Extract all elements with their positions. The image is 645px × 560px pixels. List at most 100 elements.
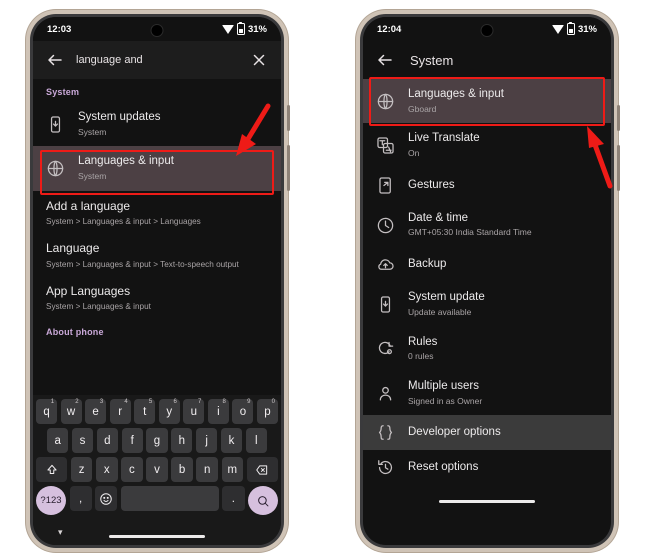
key-number-hint: 4 bbox=[124, 399, 128, 405]
key-g[interactable]: g bbox=[146, 428, 168, 453]
settings-row-backup[interactable]: Backup bbox=[363, 247, 611, 282]
key-a[interactable]: a bbox=[47, 428, 69, 453]
space-key[interactable] bbox=[120, 486, 219, 511]
emoji-icon[interactable] bbox=[95, 486, 118, 511]
backspace-icon[interactable] bbox=[246, 457, 278, 482]
settings-title: Developer options bbox=[408, 426, 501, 439]
settings-title: Languages & input bbox=[408, 88, 504, 100]
key-x[interactable]: x bbox=[95, 457, 118, 482]
key-number-hint: 3 bbox=[99, 399, 104, 405]
keyboard-row-1: 1q 2w 3e 4r 5t 6y 7u 8i 9o 0p bbox=[36, 399, 278, 424]
globe-icon bbox=[46, 159, 65, 178]
right-phone-bezel: 12:04 31% System Languages & input Gboar… bbox=[360, 14, 614, 548]
key-r[interactable]: 4r bbox=[109, 399, 131, 424]
symbols-key[interactable]: ?123 bbox=[36, 486, 66, 515]
search-input[interactable]: language and bbox=[76, 54, 238, 66]
settings-row-reset-options[interactable]: Reset options bbox=[363, 450, 611, 485]
key-e[interactable]: 3e bbox=[85, 399, 107, 424]
key-label: w bbox=[66, 405, 76, 418]
settings-row-date-time[interactable]: Date & time GMT+05:30 India Standard Tim… bbox=[363, 203, 611, 247]
status-time: 12:04 bbox=[377, 23, 402, 35]
key-o[interactable]: 9o bbox=[232, 399, 254, 424]
settings-row-live-translate[interactable]: Live Translate On bbox=[363, 123, 611, 167]
settings-row-gestures[interactable]: Gestures bbox=[363, 168, 611, 203]
settings-title: Date & time bbox=[408, 211, 469, 224]
person-icon bbox=[376, 384, 395, 403]
right-phone-frame: 12:04 31% System Languages & input Gboar… bbox=[356, 10, 620, 552]
key-n[interactable]: n bbox=[196, 457, 219, 482]
settings-row-multiple-users[interactable]: Multiple users Signed in as Owner bbox=[363, 371, 611, 415]
key-w[interactable]: 2w bbox=[60, 399, 82, 424]
search-bar[interactable]: language and bbox=[33, 41, 281, 79]
result-subtitle: System bbox=[78, 126, 107, 137]
home-indicator[interactable] bbox=[439, 499, 535, 504]
chevron-down-icon[interactable]: ▾ bbox=[58, 527, 63, 538]
settings-row-system-update[interactable]: System update Update available bbox=[363, 282, 611, 326]
settings-row-rules[interactable]: Rules 0 rules bbox=[363, 327, 611, 371]
power-button[interactable] bbox=[287, 145, 290, 191]
search-icon[interactable] bbox=[248, 486, 279, 515]
key-label: u bbox=[190, 405, 198, 418]
key-label: r bbox=[118, 405, 123, 418]
key-z[interactable]: z bbox=[70, 457, 93, 482]
period-key[interactable]: . bbox=[222, 486, 245, 511]
settings-subtitle: 0 rules bbox=[408, 351, 434, 362]
battery-percent: 31% bbox=[577, 23, 597, 35]
status-time: 12:03 bbox=[47, 23, 72, 35]
search-results-list: System System updates System Languages &… bbox=[33, 79, 281, 342]
page-title: System bbox=[410, 52, 454, 68]
close-icon[interactable] bbox=[250, 51, 268, 69]
key-l[interactable]: l bbox=[245, 428, 267, 453]
on-screen-keyboard[interactable]: 1q 2w 3e 4r 5t 6y 7u 8i 9o 0p a s d f g … bbox=[33, 395, 281, 545]
key-u[interactable]: 7u bbox=[183, 399, 205, 424]
settings-title: Multiple users bbox=[408, 380, 479, 393]
result-row-language[interactable]: Language System > Languages & input > Te… bbox=[33, 233, 281, 276]
settings-row-languages-input[interactable]: Languages & input Gboard bbox=[363, 79, 611, 124]
key-v[interactable]: v bbox=[146, 457, 168, 482]
result-row-app-languages[interactable]: App Languages System > Languages & input bbox=[33, 276, 281, 319]
key-t[interactable]: 5t bbox=[134, 399, 156, 424]
key-label: q bbox=[43, 405, 50, 418]
result-title: Languages & input bbox=[78, 155, 174, 168]
key-s[interactable]: s bbox=[71, 428, 94, 453]
key-k[interactable]: k bbox=[220, 428, 243, 453]
result-row-languages-input[interactable]: Languages & input System bbox=[33, 146, 281, 191]
comma-key[interactable]: , bbox=[69, 486, 92, 511]
power-button[interactable] bbox=[617, 145, 620, 191]
home-indicator[interactable] bbox=[109, 534, 205, 538]
keyboard-row-2: a s d f g h j k l bbox=[36, 428, 278, 453]
system-settings-list: Languages & input Gboard Live Translate … bbox=[363, 79, 611, 486]
shift-icon[interactable] bbox=[36, 457, 68, 482]
volume-button[interactable] bbox=[287, 105, 290, 131]
settings-title: Live Translate bbox=[408, 132, 480, 145]
settings-title: System update bbox=[408, 291, 485, 304]
result-row-system-updates[interactable]: System updates System bbox=[33, 102, 281, 146]
volume-button[interactable] bbox=[617, 105, 620, 131]
keyboard-bottom-bar: ▾ bbox=[36, 519, 278, 545]
result-row-add-a-language[interactable]: Add a language System > Languages & inpu… bbox=[33, 191, 281, 234]
key-d[interactable]: d bbox=[96, 428, 118, 453]
cloud-upload-icon bbox=[376, 255, 395, 274]
key-m[interactable]: m bbox=[221, 457, 244, 482]
key-h[interactable]: h bbox=[171, 428, 193, 453]
key-p[interactable]: 0p bbox=[256, 399, 278, 424]
key-number-hint: 0 bbox=[271, 399, 275, 405]
left-phone-bezel: 12:03 31% language and System System upd… bbox=[30, 14, 284, 548]
key-c[interactable]: c bbox=[121, 457, 143, 482]
settings-title: Reset options bbox=[408, 461, 479, 474]
key-q[interactable]: 1q bbox=[36, 399, 58, 424]
settings-row-developer-options[interactable]: Developer options bbox=[363, 415, 611, 451]
back-arrow-icon[interactable] bbox=[46, 51, 64, 69]
key-i[interactable]: 8i bbox=[207, 399, 229, 424]
navigation-bar bbox=[363, 485, 611, 511]
key-number-hint: 5 bbox=[148, 399, 153, 405]
key-b[interactable]: b bbox=[171, 457, 193, 482]
key-label: y bbox=[166, 405, 173, 418]
key-j[interactable]: j bbox=[195, 428, 218, 453]
key-f[interactable]: f bbox=[121, 428, 143, 453]
result-breadcrumb: System > Languages & input > Text-to-spe… bbox=[46, 259, 239, 269]
back-arrow-icon[interactable] bbox=[376, 51, 394, 69]
key-y[interactable]: 6y bbox=[158, 399, 180, 424]
settings-subtitle: Update available bbox=[408, 306, 472, 317]
keyboard-row-3: z x c v b n m bbox=[36, 457, 278, 482]
